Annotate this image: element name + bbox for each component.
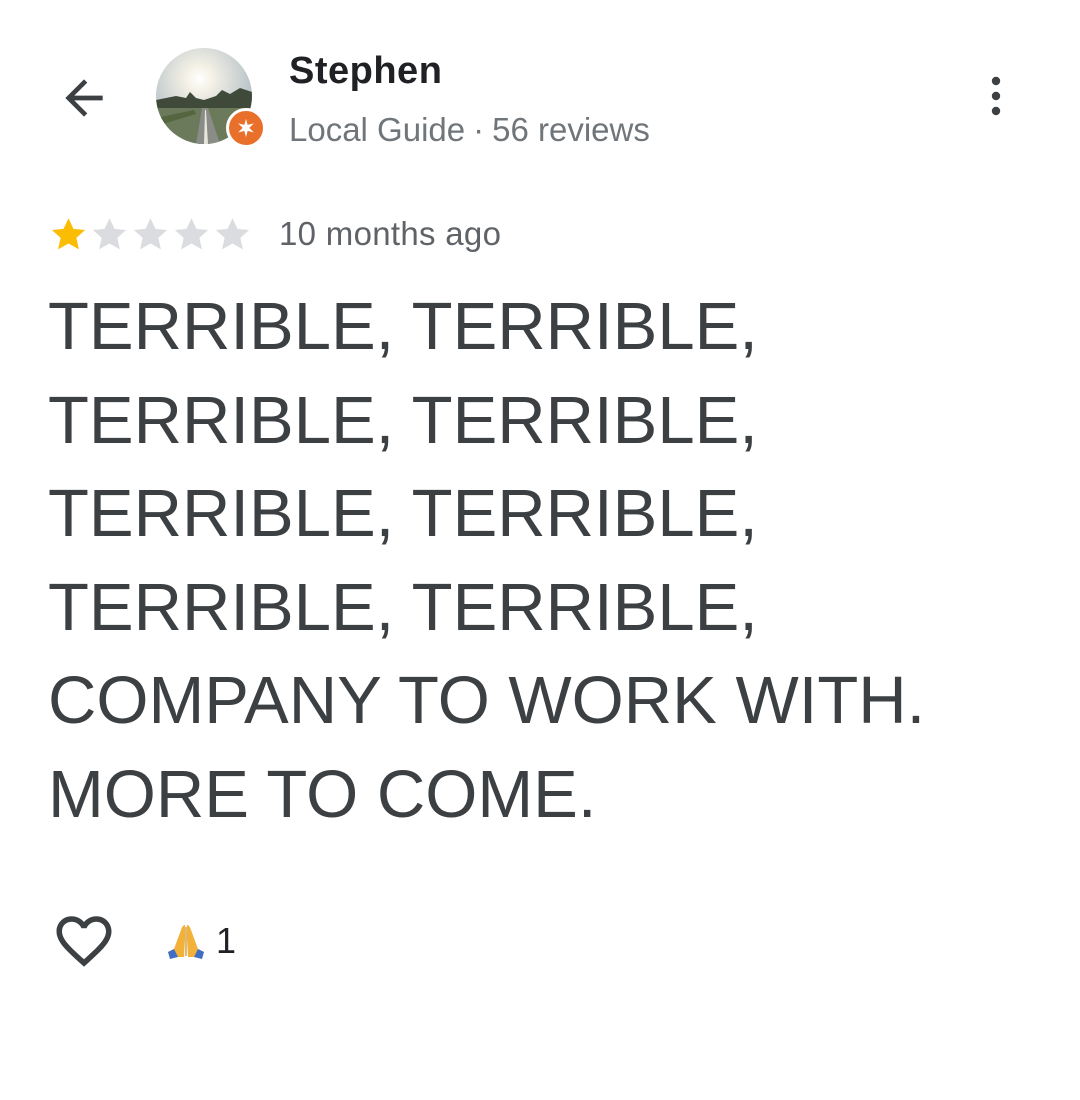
heart-outline-icon — [56, 916, 112, 967]
star-empty-icon — [92, 217, 127, 249]
review-text: TERRIBLE, TERRIBLE, TERRIBLE, TERRIBLE, TE… — [48, 280, 1038, 841]
meta-separator: · — [473, 111, 485, 148]
reaction-chip[interactable]: 1 — [164, 919, 236, 963]
review-card: Stephen Local Guide · 56 reviews 10 months… — [0, 0, 1080, 1100]
reviewer-meta: Local Guide · 56 reviews — [289, 111, 650, 149]
reaction-count: 1 — [216, 920, 237, 961]
review-text-line: TERRIBLE, TERRIBLE, — [48, 382, 758, 458]
review-actions: 1 — [48, 905, 236, 977]
reviewer-review-count: 56 reviews — [492, 111, 650, 148]
star-empty-icon — [174, 217, 209, 249]
review-time: 10 months ago — [279, 215, 502, 252]
rating-row: 10 months ago — [48, 210, 501, 258]
like-button[interactable] — [48, 905, 120, 977]
star-filled-icon — [51, 217, 86, 249]
review-text-line: TERRIBLE, TERRIBLE, — [48, 476, 758, 551]
local-guide-badge — [226, 108, 266, 148]
reviewer-name[interactable]: Stephen — [289, 50, 442, 93]
review-text-line: TERRIBLE, TERRIBLE, — [48, 569, 758, 645]
back-button[interactable] — [48, 62, 120, 134]
star-rating — [48, 214, 253, 255]
local-guide-star-icon — [238, 118, 254, 138]
review-text-line: TERRIBLE, TERRIBLE, — [48, 289, 758, 364]
review-text-line: MORE TO COME. — [48, 756, 597, 832]
reviewer-avatar[interactable] — [156, 48, 266, 148]
more-vert-icon — [991, 76, 1001, 116]
star-empty-icon — [133, 217, 168, 249]
reviewer-level: Local Guide — [289, 111, 466, 148]
review-text-line: COMPANY TO WORK WITH. — [48, 663, 926, 738]
folded-hands-emoji — [168, 925, 204, 959]
arrow-back-icon — [65, 79, 103, 117]
more-options-button[interactable] — [966, 66, 1026, 126]
star-empty-icon — [215, 217, 250, 249]
